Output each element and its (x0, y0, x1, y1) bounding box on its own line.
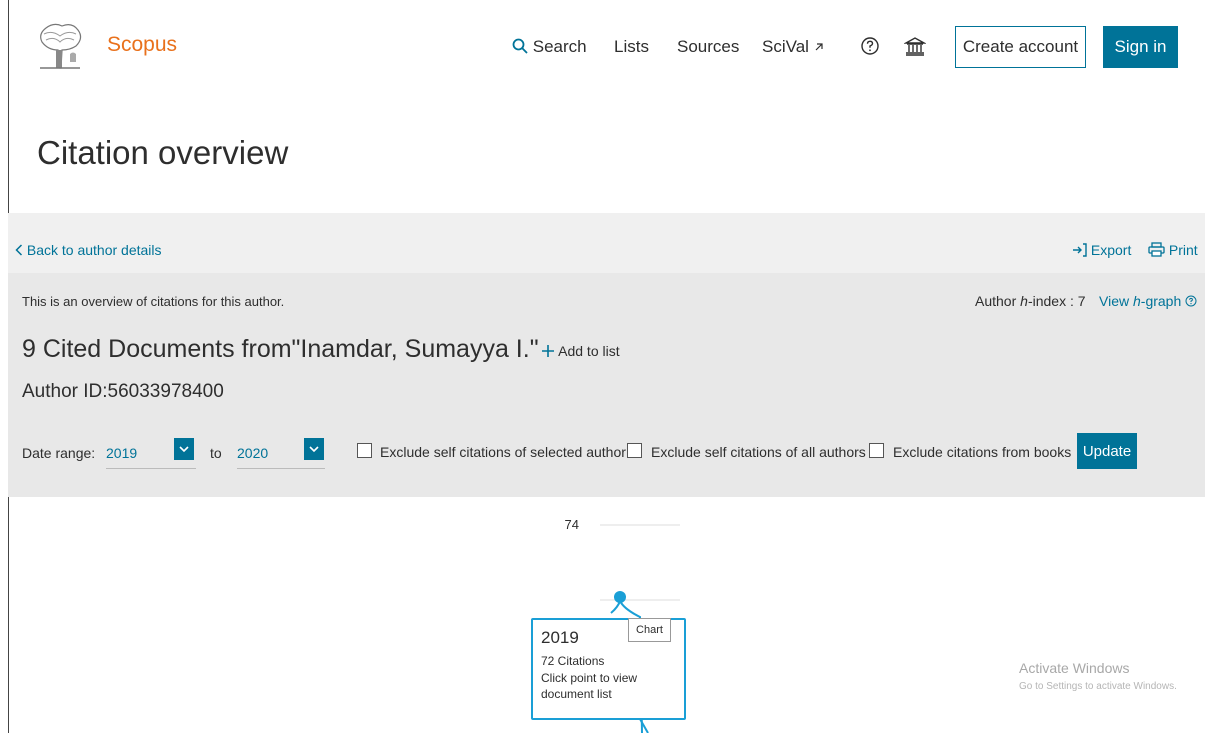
nav-search-label: Search (532, 37, 587, 56)
chart-hover-label: Chart (628, 618, 671, 642)
to-year-select[interactable]: 2020 (237, 438, 325, 469)
search-icon (512, 38, 528, 54)
exclude-all-authors-label: Exclude self citations of all authors (651, 444, 866, 460)
export-label: Export (1090, 242, 1132, 258)
help-icon[interactable] (859, 35, 881, 57)
tooltip-hint: Click point to view document list (541, 671, 638, 701)
nav-sources[interactable]: Sources (677, 37, 739, 57)
create-account-button[interactable]: Create account (955, 26, 1086, 68)
h-index-prefix: Author (975, 293, 1021, 309)
action-bar (8, 213, 1205, 273)
author-h-index: Author h-index : 7 (975, 293, 1086, 309)
h-index-h: h (1020, 293, 1028, 309)
activate-windows-hint: Go to Settings to activate Windows. (1019, 681, 1177, 692)
exclude-selected-author-label: Exclude self citations of selected autho… (380, 444, 626, 460)
exclude-selected-author-checkbox[interactable] (357, 443, 372, 458)
plus-icon (542, 345, 554, 357)
overview-description: This is an overview of citations for thi… (22, 294, 285, 309)
nav-search[interactable]: Search (512, 37, 587, 57)
institution-icon[interactable] (904, 35, 926, 57)
update-button[interactable]: Update (1077, 433, 1137, 469)
print-button[interactable]: Print (1148, 242, 1198, 258)
scopus-brand[interactable]: Scopus (107, 33, 177, 57)
data-point-2019[interactable] (614, 591, 626, 603)
view-h-graph-link[interactable]: View h-graph (1099, 293, 1197, 309)
back-to-author-label: Back to author details (26, 242, 162, 258)
to-year-value: 2020 (237, 445, 269, 461)
print-icon (1148, 242, 1165, 257)
to-label: to (210, 445, 222, 461)
view-h-graph-h: h (1132, 293, 1141, 309)
back-to-author-link[interactable]: Back to author details (15, 242, 162, 258)
cited-documents-heading: 9 Cited Documents from"Inamdar, Sumayya … (22, 335, 539, 363)
help-icon (1185, 295, 1197, 307)
author-id: Author ID:56033978400 (22, 381, 224, 402)
activate-windows-title: Activate Windows (1019, 660, 1130, 676)
from-year-select[interactable]: 2019 (106, 438, 196, 469)
chevron-down-icon (304, 438, 324, 460)
export-icon (1073, 243, 1087, 257)
add-to-list-button[interactable]: Add to list (541, 343, 620, 359)
sign-in-button[interactable]: Sign in (1103, 26, 1178, 68)
add-to-list-label: Add to list (558, 343, 620, 359)
elsevier-tree-logo[interactable] (34, 20, 86, 72)
tooltip-year: 2019 (541, 628, 579, 647)
view-h-graph-prefix: View (1099, 293, 1133, 309)
exclude-books-checkbox[interactable] (869, 443, 884, 458)
tooltip-citations: 72 Citations (541, 654, 605, 668)
y-tick-label: 74 (565, 517, 579, 532)
page-title: Citation overview (37, 134, 289, 171)
from-year-value: 2019 (106, 445, 138, 461)
chevron-left-icon (15, 244, 23, 256)
top-header: Scopus Search Lists Sources SciVal Creat… (0, 0, 1205, 95)
points-layer (614, 591, 626, 603)
view-h-graph-suffix: -graph (1140, 293, 1182, 309)
h-index-value: -index : 7 (1027, 293, 1086, 309)
nav-scival-label: SciVal (762, 37, 809, 56)
external-link-icon (815, 43, 823, 51)
nav-scival[interactable]: SciVal (762, 37, 824, 57)
export-button[interactable]: Export (1072, 242, 1131, 258)
chevron-down-icon (174, 438, 194, 460)
date-range-label: Date range: (22, 445, 96, 461)
print-label: Print (1168, 242, 1198, 258)
exclude-books-label: Exclude citations from books (893, 444, 1072, 460)
nav-lists[interactable]: Lists (614, 37, 649, 57)
exclude-all-authors-checkbox[interactable] (627, 443, 642, 458)
